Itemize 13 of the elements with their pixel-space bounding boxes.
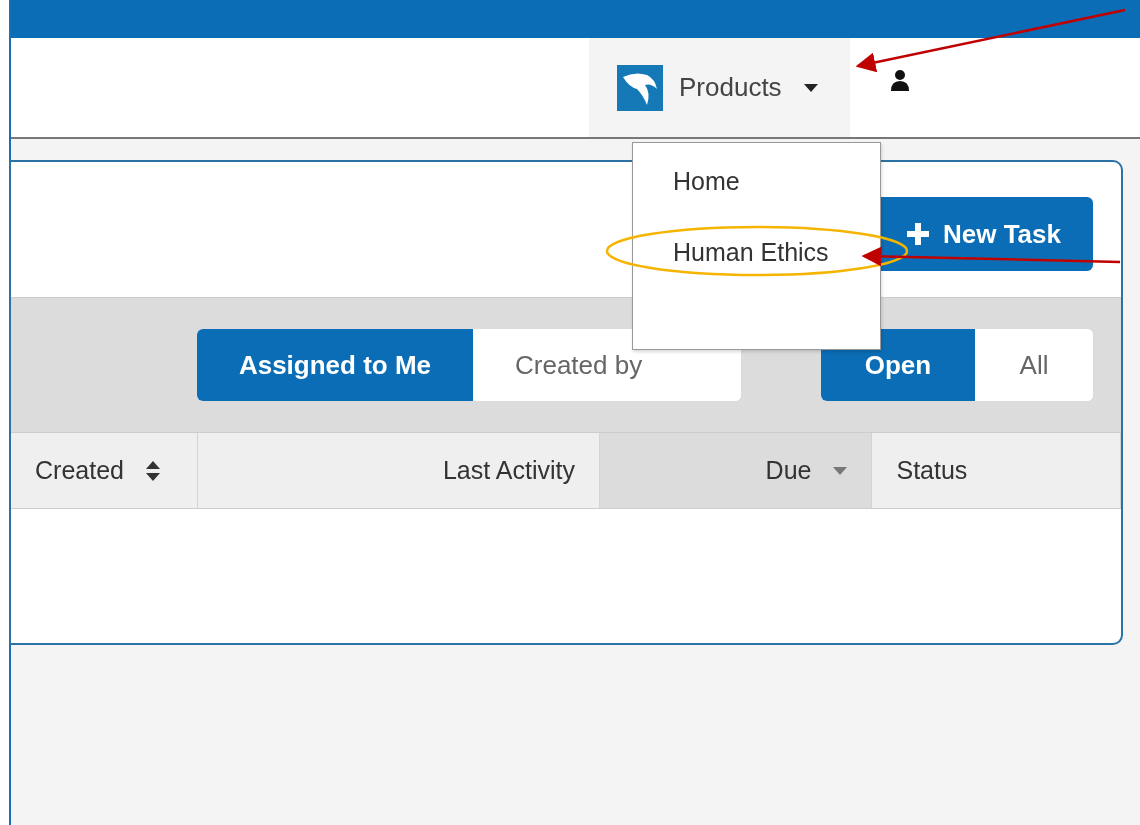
products-menu[interactable]: Products xyxy=(589,38,850,137)
sort-icon xyxy=(145,460,160,481)
column-header[interactable]: Created xyxy=(11,433,198,508)
filter-toggle[interactable]: Assigned to Me xyxy=(197,329,473,401)
caret-icon xyxy=(833,466,848,475)
plus-icon xyxy=(907,223,929,245)
menu-item[interactable]: Human Ethics xyxy=(633,232,869,273)
column-header[interactable]: Due xyxy=(599,433,873,508)
bird-logo-icon xyxy=(617,64,663,111)
column-header[interactable]: Last Activity xyxy=(197,433,600,508)
caret-icon xyxy=(803,83,818,92)
column-header[interactable]: Status xyxy=(872,433,1121,508)
menu-item[interactable]: Home xyxy=(633,161,780,202)
